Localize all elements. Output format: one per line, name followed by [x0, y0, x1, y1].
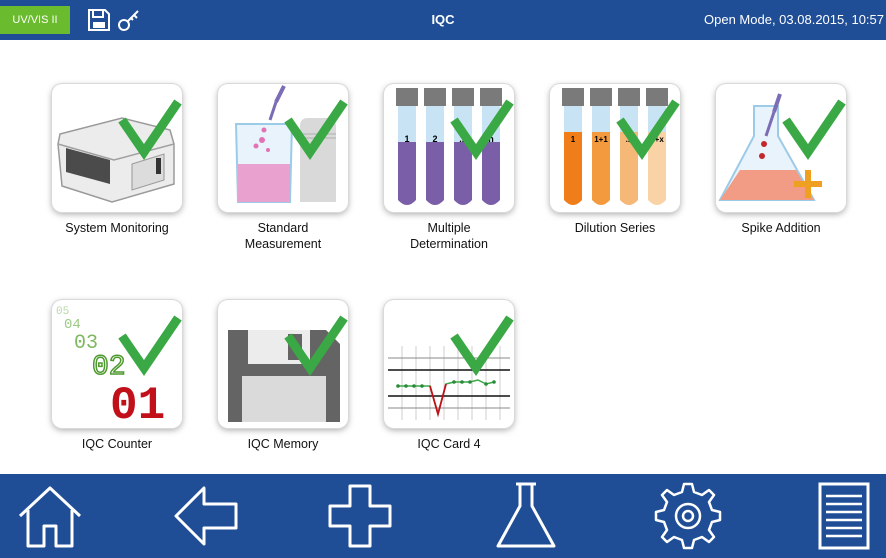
beaker-pipette-icon	[234, 85, 348, 203]
tile-box	[218, 300, 348, 428]
status-text: Open Mode, 03.08.2015, 10:57	[704, 12, 884, 27]
floppy-disk-icon	[228, 315, 348, 422]
tile-iqc-card-4[interactable]: IQC Card 4	[384, 300, 514, 452]
counter-digit: 04	[64, 317, 81, 333]
tile-multiple-determination[interactable]: 1 2 ... n Multiple Determination	[384, 84, 514, 252]
tile-label: Dilution Series	[574, 221, 656, 235]
tile-spike-addition[interactable]: Spike Addition	[716, 84, 846, 236]
tile-box	[218, 84, 348, 212]
tile-label: System Monitoring	[65, 221, 169, 235]
bottom-nav	[0, 474, 886, 558]
counter-digit: 01	[110, 380, 165, 428]
tile-label: IQC Memory	[247, 437, 319, 451]
menu-button[interactable]	[808, 480, 880, 552]
tile-box: 1 2 ... n	[384, 84, 514, 212]
menu-list-icon	[818, 482, 870, 550]
tube-label: 2	[432, 134, 437, 144]
tile-iqc-memory[interactable]: IQC Memory	[218, 300, 348, 452]
tile-iqc-counter[interactable]: 05 04 03 02 01 IQC Counter	[52, 300, 182, 452]
tile-label: Multiple Determination	[410, 221, 488, 251]
tile-label: IQC Card 4	[417, 437, 481, 451]
tube-label: 1	[571, 135, 576, 144]
save-icon[interactable]	[86, 7, 112, 33]
home-button[interactable]	[14, 480, 86, 552]
tile-dilution-series[interactable]: 1 1+1 ... 1+x Dilution Series	[550, 84, 680, 236]
control-chart-icon	[388, 315, 514, 420]
home-icon	[18, 486, 82, 548]
top-bar: UV/VIS II IQC Open Mode, 03.08.2015, 10:…	[0, 0, 886, 40]
tube-label: 1	[404, 134, 409, 144]
add-plus-icon	[328, 484, 392, 548]
tile-box	[384, 300, 514, 428]
mode-badge[interactable]: UV/VIS II	[0, 6, 70, 34]
tile-standard-measurement[interactable]: Standard Measurement	[218, 84, 348, 252]
tile-label: IQC Counter	[81, 437, 153, 451]
flask-spike-icon	[718, 93, 846, 201]
flask-icon	[496, 482, 556, 548]
tile-label: Spike Addition	[741, 221, 821, 235]
settings-gear-icon	[654, 482, 722, 550]
add-button[interactable]	[324, 480, 396, 552]
tile-label: Standard Measurement	[244, 221, 322, 251]
back-arrow-icon	[174, 486, 238, 546]
tile-box: 05 04 03 02 01	[52, 300, 182, 428]
analysis-button[interactable]	[490, 480, 562, 552]
back-button[interactable]	[170, 480, 242, 552]
dilution-tubes-icon: 1 1+1 ... 1+x	[562, 88, 680, 205]
tile-box: 1 1+1 ... 1+x	[550, 84, 680, 212]
counter-digit: 02	[92, 352, 126, 383]
tube-label: 1+1	[594, 135, 608, 144]
tile-system-monitoring[interactable]: System Monitoring	[52, 84, 182, 236]
counter-digits-icon: 05 04 03 02 01	[56, 306, 182, 428]
photometer-icon	[57, 99, 182, 203]
tile-box	[52, 84, 182, 212]
tile-box	[716, 84, 846, 212]
settings-button[interactable]	[652, 480, 724, 552]
test-tubes-icon: 1 2 ... n	[396, 88, 514, 205]
key-icon[interactable]	[116, 7, 142, 33]
